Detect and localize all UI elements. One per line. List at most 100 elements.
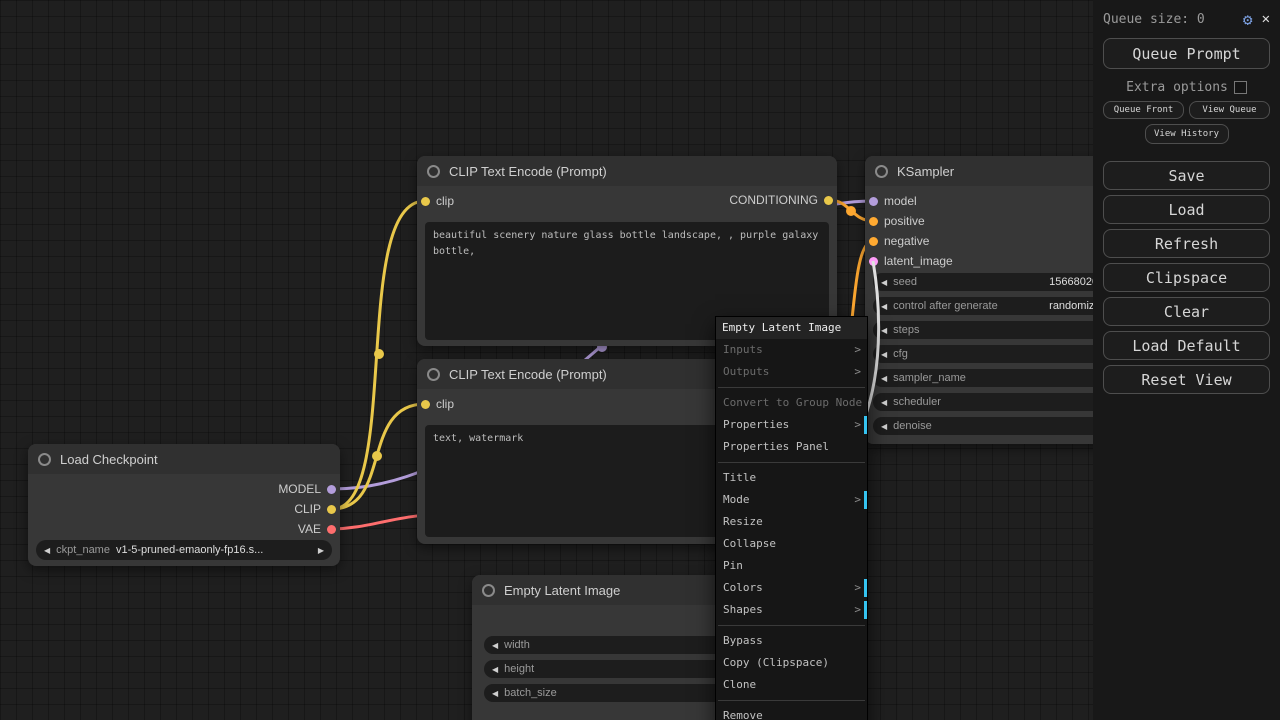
decrement-arrow-icon[interactable]: ◀ [492,665,498,674]
output-slot-model[interactable]: MODEL [278,481,336,497]
input-slot-negative[interactable]: negative [869,233,929,249]
node-load-checkpoint[interactable]: Load Checkpoint MODEL CLIP VAE ◀ ckpt_na… [28,444,340,566]
view-history-button[interactable]: View History [1145,124,1229,144]
next-arrow-icon[interactable]: ▶ [318,546,324,555]
load-button[interactable]: Load [1103,195,1270,224]
queue-size-row: Queue size: 0 ⚙ ✕ [1103,8,1270,30]
model-output-dot[interactable] [327,485,336,494]
context-menu-item-copy-clipspace[interactable]: Copy (Clipspace) [716,652,867,674]
widget-name: cfg [893,348,1043,360]
collapse-dot-icon[interactable] [38,453,51,466]
reset-view-button[interactable]: Reset View [1103,365,1270,394]
collapse-dot-icon[interactable] [427,165,440,178]
context-menu-item-convert-to-group-node: Convert to Group Node [716,392,867,414]
latent-input-dot[interactable] [869,257,878,266]
context-menu-item-clone[interactable]: Clone [716,674,867,696]
view-queue-button[interactable]: View Queue [1189,101,1270,119]
positive-input-dot[interactable] [869,217,878,226]
queue-prompt-button[interactable]: Queue Prompt [1103,38,1270,69]
settings-gear-icon[interactable]: ⚙ [1243,10,1253,29]
wire-clip-to-encode1 [332,201,425,509]
prev-arrow-icon[interactable]: ◀ [44,546,50,555]
decrement-arrow-icon[interactable]: ◀ [881,374,887,383]
node-header[interactable]: CLIP Text Encode (Prompt) [417,156,837,186]
context-menu-separator [718,387,865,388]
context-menu-item-pin[interactable]: Pin [716,555,867,577]
node-header[interactable]: Load Checkpoint [28,444,340,474]
decrement-arrow-icon[interactable]: ◀ [881,326,887,335]
context-menu-item-resize[interactable]: Resize [716,511,867,533]
slot-label: latent_image [884,254,953,268]
widget-name: height [504,663,534,675]
output-slot-vae[interactable]: VAE [298,521,336,537]
submenu-arrow-icon: > [854,414,861,436]
load-default-button[interactable]: Load Default [1103,331,1270,360]
vae-output-dot[interactable] [327,525,336,534]
refresh-button[interactable]: Refresh [1103,229,1270,258]
decrement-arrow-icon[interactable]: ◀ [881,422,887,431]
context-menu-item-title[interactable]: Title [716,467,867,489]
widget-name: steps [893,324,1043,336]
decrement-arrow-icon[interactable]: ◀ [881,302,887,311]
wire-midpoint-dot [374,349,384,359]
wire-midpoint-dot [372,451,382,461]
node-title: KSampler [897,164,954,179]
decrement-arrow-icon[interactable]: ◀ [881,350,887,359]
widget-value: v1-5-pruned-emaonly-fp16.s... [116,544,263,556]
context-menu-item-bypass[interactable]: Bypass [716,630,867,652]
submenu-arrow-icon: > [854,361,861,383]
model-input-dot[interactable] [869,197,878,206]
output-slot-conditioning[interactable]: CONDITIONING [729,192,833,208]
slot-label: negative [884,234,929,248]
clip-input-dot[interactable] [421,400,430,409]
context-menu-item-mode[interactable]: Mode> [716,489,867,511]
input-slot-model[interactable]: model [869,193,917,209]
widget-name: scheduler [893,396,1043,408]
comfy-menu: Queue size: 0 ⚙ ✕ Queue Prompt Extra opt… [1093,0,1280,720]
save-button[interactable]: Save [1103,161,1270,190]
context-menu[interactable]: Empty Latent Image Inputs> Outputs> Conv… [715,316,868,720]
input-slot-latent-image[interactable]: latent_image [869,253,953,269]
widget-name: ckpt_name [56,544,110,556]
negative-input-dot[interactable] [869,237,878,246]
wire-midpoint-dot [846,206,856,216]
node-title: CLIP Text Encode (Prompt) [449,164,607,179]
extra-options-row: Extra options [1103,80,1270,95]
input-slot-positive[interactable]: positive [869,213,925,229]
node-title: Load Checkpoint [60,452,158,467]
collapse-dot-icon[interactable] [482,584,495,597]
context-menu-item-properties[interactable]: Properties> [716,414,867,436]
context-menu-item-colors[interactable]: Colors> [716,577,867,599]
clipspace-button[interactable]: Clipspace [1103,263,1270,292]
context-menu-item-shapes[interactable]: Shapes> [716,599,867,621]
decrement-arrow-icon[interactable]: ◀ [492,641,498,650]
collapse-dot-icon[interactable] [427,368,440,381]
widget-ckpt-name[interactable]: ◀ ckpt_name v1-5-pruned-emaonly-fp16.s..… [36,540,332,560]
clip-input-dot[interactable] [421,197,430,206]
comfyui-canvas[interactable]: CLIP Text Encode (Prompt) clip CONDITION… [0,0,1280,720]
queue-buttons-row: Queue Front View Queue [1103,101,1270,119]
context-menu-item-collapse[interactable]: Collapse [716,533,867,555]
context-menu-item-remove[interactable]: Remove [716,705,867,720]
conditioning-output-dot[interactable] [824,196,833,205]
context-menu-item-inputs: Inputs> [716,339,867,361]
queue-front-button[interactable]: Queue Front [1103,101,1184,119]
output-slot-clip[interactable]: CLIP [294,501,336,517]
slot-label: CONDITIONING [729,193,818,207]
input-slot-clip[interactable]: clip [421,396,454,412]
extra-options-checkbox[interactable] [1234,81,1247,94]
slot-label: VAE [298,522,321,536]
widget-name: width [504,639,530,651]
decrement-arrow-icon[interactable]: ◀ [881,398,887,407]
collapse-dot-icon[interactable] [875,165,888,178]
clip-output-dot[interactable] [327,505,336,514]
decrement-arrow-icon[interactable]: ◀ [881,278,887,287]
context-menu-item-properties-panel[interactable]: Properties Panel [716,436,867,458]
context-menu-separator [718,700,865,701]
clear-button[interactable]: Clear [1103,297,1270,326]
decrement-arrow-icon[interactable]: ◀ [492,689,498,698]
close-icon[interactable]: ✕ [1262,11,1270,27]
context-menu-separator [718,625,865,626]
input-slot-clip[interactable]: clip [421,193,454,209]
widget-name: control after generate [893,300,1043,312]
